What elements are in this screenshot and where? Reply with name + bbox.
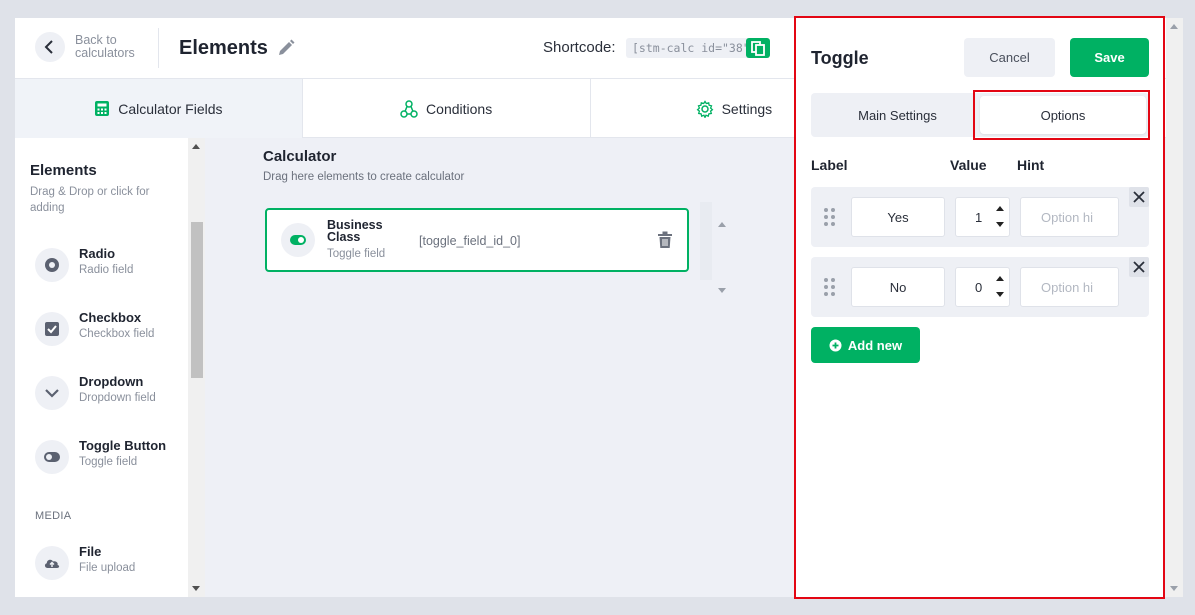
scroll-up-arrow[interactable]: [192, 144, 200, 149]
chevron-left-icon: [44, 40, 53, 54]
canvas-title: Calculator: [263, 148, 337, 165]
drag-handle-icon[interactable]: [823, 277, 837, 297]
value-stepper[interactable]: [992, 200, 1008, 234]
element-name: File: [79, 544, 102, 559]
page-title: Elements: [179, 37, 268, 59]
page-scroll-up-arrow[interactable]: [1170, 24, 1178, 29]
element-subtitle: Radio field: [79, 264, 134, 276]
shortcode-label: Shortcode:: [543, 39, 616, 56]
sidebar-description: Drag & Drop or click for adding: [30, 186, 150, 214]
cloud-upload-icon: [35, 546, 69, 580]
stepper-down-arrow[interactable]: [996, 222, 1004, 227]
calculator-icon: [95, 101, 110, 116]
tab-label: Settings: [721, 100, 773, 117]
option-row: Yes 1 Option hi: [811, 187, 1149, 247]
element-subtitle: Dropdown field: [79, 392, 156, 404]
chevron-down-icon: [35, 376, 69, 410]
option-label-input[interactable]: Yes: [851, 197, 945, 237]
canvas-scrollbar[interactable]: [700, 202, 712, 280]
element-subtitle: Toggle field: [79, 456, 138, 468]
element-toggle-button[interactable]: Toggle Button Toggle field: [35, 436, 195, 480]
stepper-down-arrow[interactable]: [996, 292, 1004, 297]
page-scrollbar[interactable]: [1166, 18, 1183, 597]
stepper-up-arrow[interactable]: [996, 206, 1004, 211]
gear-icon: [696, 99, 713, 118]
column-value-heading: Value: [950, 157, 987, 173]
calculator-field-card[interactable]: Business Class Toggle field [toggle_fiel…: [265, 208, 689, 272]
element-file[interactable]: File File upload: [35, 542, 195, 586]
tab-main-settings[interactable]: Main Settings: [811, 93, 984, 137]
add-new-option-button[interactable]: Add new: [811, 327, 920, 363]
conditions-icon: [400, 99, 418, 118]
field-id-code: [toggle_field_id_0]: [419, 234, 521, 248]
panel-tabs: Main Settings Options: [811, 93, 1149, 137]
tab-conditions[interactable]: Conditions: [303, 79, 591, 138]
page-scroll-down-arrow[interactable]: [1170, 586, 1178, 591]
radio-icon: [35, 248, 69, 282]
field-type: Toggle field: [327, 248, 386, 260]
scroll-down-arrow[interactable]: [192, 586, 200, 591]
canvas-scroll-up-arrow[interactable]: [718, 222, 726, 227]
toggle-on-icon: [281, 223, 315, 257]
save-button[interactable]: Save: [1070, 38, 1149, 77]
panel-title: Toggle: [811, 48, 869, 68]
column-label-heading: Label: [811, 157, 848, 173]
canvas-scroll-down-arrow[interactable]: [718, 288, 726, 293]
element-name: Toggle Button: [79, 438, 167, 453]
option-label-input[interactable]: No: [851, 267, 945, 307]
tab-label: Conditions: [426, 100, 493, 117]
plus-circle-icon: [829, 339, 842, 351]
value-stepper[interactable]: [992, 270, 1008, 304]
element-dropdown[interactable]: Dropdown Dropdown field: [35, 372, 195, 416]
stepper-up-arrow[interactable]: [996, 276, 1004, 281]
copy-icon: [751, 40, 765, 56]
remove-option-button[interactable]: [1129, 187, 1149, 207]
remove-option-button[interactable]: [1129, 257, 1149, 277]
sidebar-title: Elements: [30, 162, 97, 179]
option-row: No 0 Option hi: [811, 257, 1149, 317]
sidebar-scroll-thumb[interactable]: [191, 222, 203, 378]
toggle-icon: [35, 440, 69, 474]
element-radio[interactable]: Radio Radio field: [35, 244, 195, 288]
element-subtitle: File upload: [79, 562, 136, 574]
back-link[interactable]: Back to calculators: [75, 34, 155, 60]
element-checkbox[interactable]: Checkbox Checkbox field: [35, 308, 195, 352]
element-subtitle: Checkbox field: [79, 328, 155, 340]
checkbox-icon: [35, 312, 69, 346]
tab-options[interactable]: Options: [980, 96, 1146, 134]
divider: [158, 28, 159, 68]
trash-icon[interactable]: [657, 231, 673, 249]
element-name: Checkbox: [79, 310, 142, 325]
element-name: Radio: [79, 246, 116, 261]
close-icon: [1133, 261, 1145, 273]
drag-handle-icon[interactable]: [823, 207, 837, 227]
field-name: Business Class: [327, 218, 383, 244]
column-hint-heading: Hint: [1017, 157, 1045, 173]
option-hint-input[interactable]: Option hi: [1020, 267, 1119, 307]
elements-sidebar: Elements Drag & Drop or click for adding…: [15, 138, 205, 597]
tab-calculator-fields[interactable]: Calculator Fields: [15, 79, 303, 138]
add-new-label: Add new: [847, 337, 903, 353]
section-media-heading: MEDIA: [35, 510, 72, 522]
cancel-button[interactable]: Cancel: [964, 38, 1055, 77]
element-name: Dropdown: [79, 374, 144, 389]
copy-shortcode-button[interactable]: [746, 38, 770, 58]
pencil-icon[interactable]: [276, 38, 296, 58]
back-button[interactable]: [35, 32, 65, 62]
tab-label: Calculator Fields: [118, 100, 223, 117]
close-icon: [1133, 191, 1145, 203]
option-hint-input[interactable]: Option hi: [1020, 197, 1119, 237]
canvas-description: Drag here elements to create calculator: [263, 171, 465, 183]
shortcode-value: [stm-calc id="38"]: [626, 38, 763, 58]
